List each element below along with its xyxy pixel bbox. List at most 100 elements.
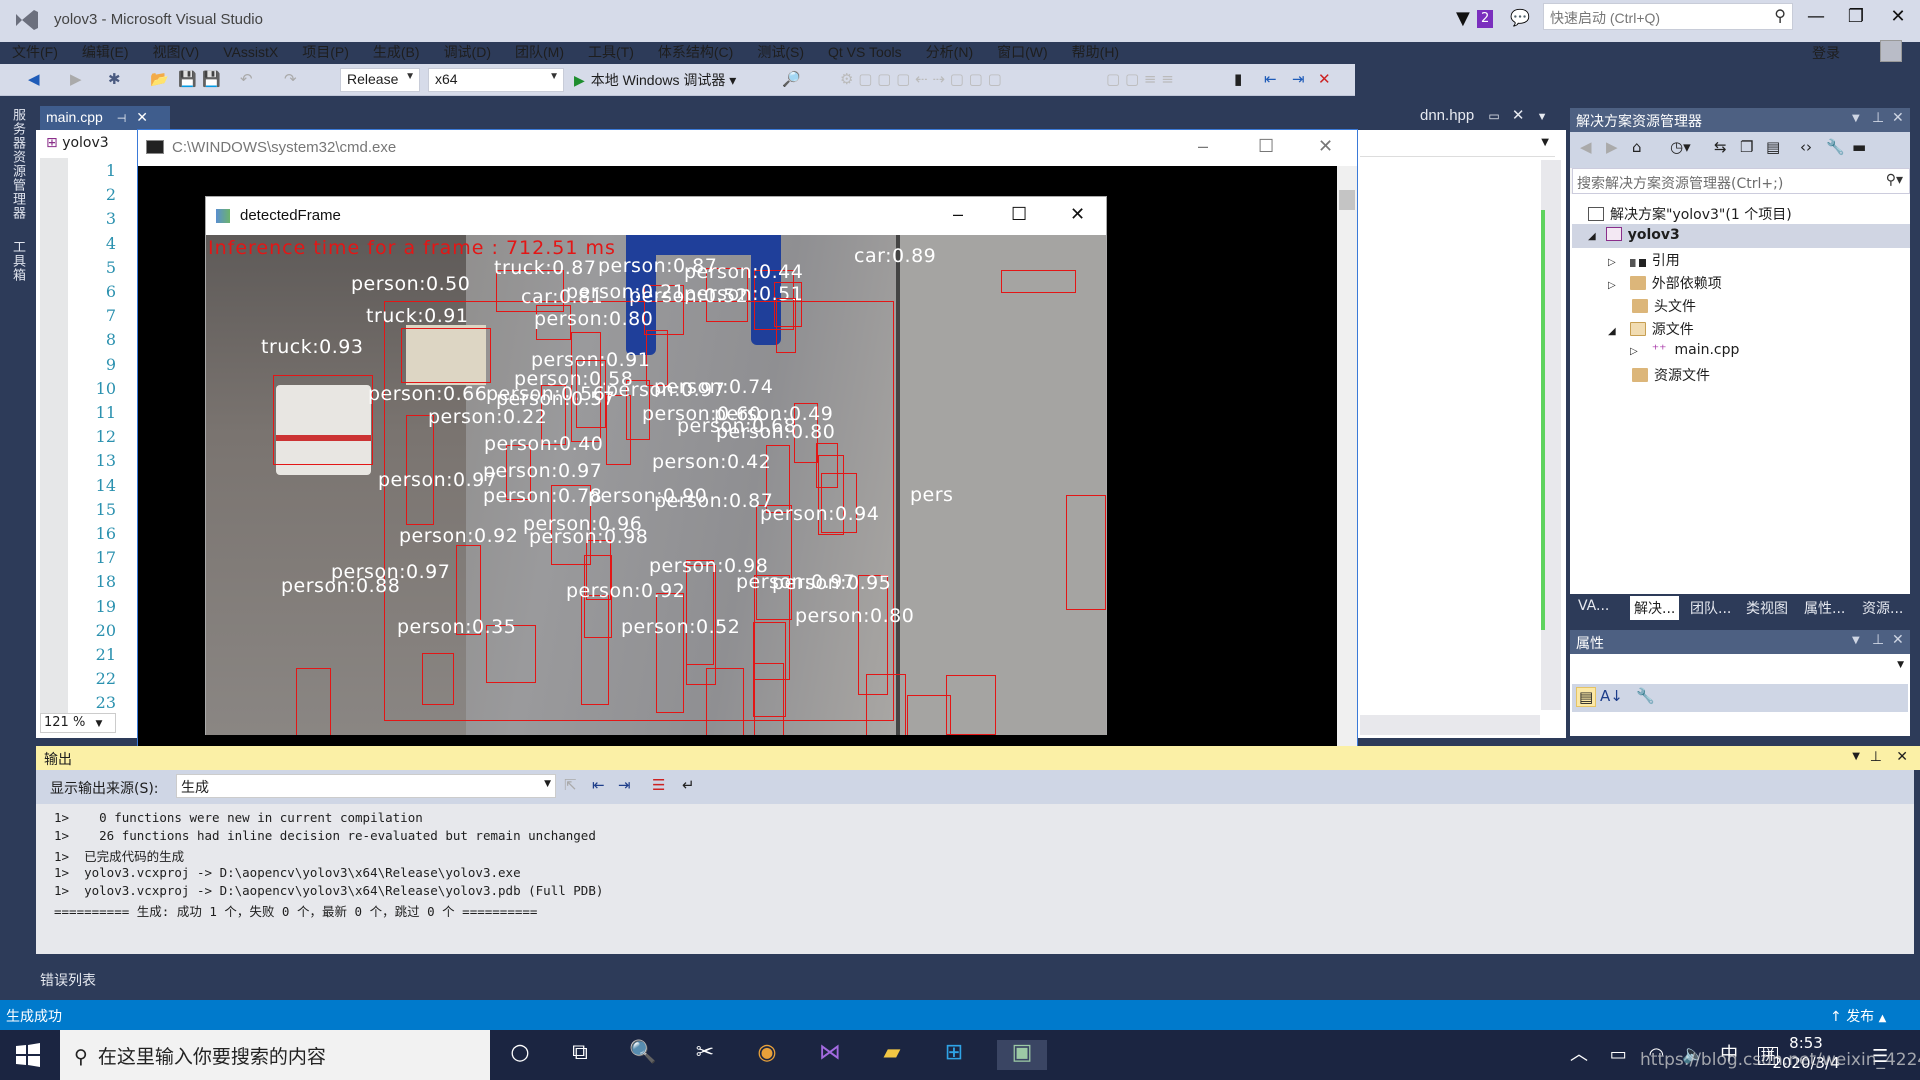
chevron-down-icon[interactable]: ▼	[1897, 660, 1904, 670]
next-message-icon[interactable]: ⇥	[618, 776, 631, 794]
tree-main-cpp[interactable]: ▷ ⁺⁺ main.cpp	[1630, 342, 1739, 358]
toolbox-tab[interactable]: 工具箱	[8, 240, 27, 282]
property-pages-icon[interactable]: 🔧	[1636, 687, 1655, 705]
server-explorer-tab[interactable]: 服务器资源管理器	[8, 108, 27, 220]
chrome-icon[interactable]: ◉	[750, 1040, 784, 1070]
zoom-level-select[interactable]: 121 % ▼	[40, 713, 116, 733]
expanded-arrow-icon[interactable]: ◢	[1588, 231, 1596, 242]
taskbar-search-input[interactable]: ⚲ 在这里输入你要搜索的内容	[60, 1030, 490, 1080]
menu-build[interactable]: 生成(B)	[373, 42, 420, 62]
back-icon[interactable]: ◀	[1580, 138, 1592, 156]
pin-icon[interactable]: ⊥	[1872, 110, 1884, 126]
cmd-minimize-button[interactable]: –	[1198, 136, 1208, 157]
start-debugging-button[interactable]: ▶ 本地 Windows 调试器 ▾	[574, 70, 736, 90]
detected-frame-title-bar[interactable]: detectedFrame – ☐ ✕	[206, 197, 1106, 235]
tree-source-files[interactable]: ◢ 源文件	[1608, 319, 1694, 339]
cmd-close-button[interactable]: ✕	[1318, 136, 1333, 157]
visual-studio-taskbar-icon[interactable]: ⋈	[813, 1040, 847, 1070]
menu-help[interactable]: 帮助(H)	[1072, 42, 1119, 62]
undo-icon[interactable]: ↶	[240, 70, 253, 88]
snipping-tool-icon[interactable]: ✂	[688, 1040, 722, 1070]
home-icon[interactable]: ⌂	[1632, 138, 1642, 156]
menu-analyze[interactable]: 分析(N)	[926, 42, 973, 62]
close-tab-icon[interactable]: ✕	[1512, 107, 1525, 124]
collapsed-arrow-icon[interactable]: ▷	[1608, 280, 1616, 291]
account-avatar[interactable]	[1880, 40, 1902, 62]
windows-store-icon[interactable]: ⊞	[937, 1040, 971, 1070]
bookmark-icon[interactable]: ▮	[1234, 70, 1242, 88]
tree-header-files[interactable]: 头文件	[1632, 296, 1696, 316]
clear-bookmarks-icon[interactable]: ✕	[1318, 70, 1331, 88]
file-explorer-icon[interactable]: ▰	[875, 1040, 909, 1070]
preview-icon[interactable]: ▬	[1852, 138, 1866, 156]
panel-menu-icon[interactable]: ▼	[1852, 113, 1860, 124]
open-file-icon[interactable]: 📂	[150, 70, 169, 88]
find-message-icon[interactable]: ⇱	[564, 776, 577, 794]
tab-team[interactable]: 团队...	[1686, 596, 1735, 620]
alphabetical-icon[interactable]: A↓	[1600, 687, 1623, 705]
error-list-tab[interactable]: 错误列表	[40, 970, 96, 990]
menu-debug[interactable]: 调试(D)	[444, 42, 491, 62]
tab-main-cpp[interactable]: main.cpp ⊣ ✕	[40, 106, 170, 130]
sign-in-link[interactable]: 登录	[1812, 43, 1840, 63]
cmd-title-bar[interactable]: C:\WINDOWS\system32\cmd.exe – ☐ ✕	[138, 130, 1357, 166]
redo-icon[interactable]: ↷	[284, 70, 297, 88]
tab-dnn-hpp[interactable]: dnn.hpp ▭ ✕ ▼	[1420, 106, 1548, 124]
close-tab-icon[interactable]: ✕	[136, 109, 148, 125]
menu-window[interactable]: 窗口(W)	[997, 42, 1048, 62]
notification-badge[interactable]: 2	[1477, 10, 1494, 28]
frame-minimize-button[interactable]: –	[953, 204, 963, 225]
tree-resource-files[interactable]: 资源文件	[1632, 365, 1710, 385]
close-icon[interactable]: ✕	[1896, 749, 1908, 765]
prev-bookmark-icon[interactable]: ⇤	[1264, 70, 1277, 88]
tab-vassistx[interactable]: VA...	[1574, 596, 1613, 616]
menu-view[interactable]: 视图(V)	[153, 42, 200, 62]
close-button[interactable]: ✕	[1878, 6, 1918, 27]
tab-overflow-icon[interactable]: ▼	[1537, 111, 1548, 123]
windows-start-icon[interactable]	[16, 1043, 40, 1067]
output-text-area[interactable]: 1> 0 functions were new in current compi…	[36, 804, 1914, 954]
configuration-select[interactable]: Release ▼	[340, 68, 420, 92]
expanded-arrow-icon[interactable]: ◢	[1608, 326, 1616, 337]
menu-team[interactable]: 团队(M)	[515, 42, 564, 62]
scroll-thumb[interactable]	[1339, 190, 1355, 210]
output-source-select[interactable]: 生成 ▼	[176, 774, 556, 798]
menu-tools[interactable]: 工具(T)	[588, 42, 634, 62]
properties-wrench-icon[interactable]: 🔧	[1826, 138, 1845, 156]
show-hidden-icons[interactable]: ︿	[1570, 1044, 1588, 1065]
back-icon[interactable]: ◀	[28, 70, 40, 88]
view-code-icon[interactable]: ‹›	[1800, 138, 1812, 156]
prev-message-icon[interactable]: ⇤	[592, 776, 605, 794]
feedback-icon[interactable]: 💬	[1510, 8, 1530, 27]
panel-menu-icon[interactable]: ▼	[1852, 635, 1860, 646]
tab-resources[interactable]: 资源...	[1858, 596, 1907, 620]
cmd-scrollbar[interactable]	[1337, 166, 1357, 766]
clear-all-icon[interactable]: ☰	[652, 776, 665, 794]
show-all-files-icon[interactable]: ▤	[1766, 138, 1780, 156]
pin-icon[interactable]: ⊣	[117, 113, 127, 125]
tab-solution-explorer[interactable]: 解决...	[1630, 596, 1680, 620]
menu-edit[interactable]: 编辑(E)	[82, 42, 129, 62]
tree-solution[interactable]: 解决方案"yolov3"(1 个项目)	[1588, 204, 1792, 224]
sync-icon[interactable]: ⇆	[1714, 138, 1727, 156]
quick-launch-input[interactable]: 快速启动 (Ctrl+Q) ⚲	[1543, 3, 1793, 30]
cortana-icon[interactable]: ○	[503, 1040, 537, 1070]
collapse-all-icon[interactable]: ❐	[1740, 138, 1753, 156]
tree-references[interactable]: ▷ 引用	[1608, 250, 1680, 270]
menu-qt-vs-tools[interactable]: Qt VS Tools	[828, 44, 902, 60]
menu-test[interactable]: 测试(S)	[757, 42, 804, 62]
categorized-icon[interactable]: ▤	[1576, 687, 1597, 707]
pin-icon[interactable]: ⊥	[1870, 749, 1882, 765]
word-wrap-icon[interactable]: ↵	[682, 776, 695, 794]
tree-project[interactable]: ◢ yolov3	[1588, 227, 1680, 243]
restore-button[interactable]: ❐	[1836, 6, 1876, 27]
member-navigation[interactable]: ▼	[1360, 133, 1555, 157]
collapsed-arrow-icon[interactable]: ▷	[1630, 346, 1638, 357]
task-view-icon[interactable]: ⧉	[563, 1040, 597, 1070]
pending-changes-icon[interactable]: ◷▾	[1670, 138, 1691, 156]
forward-icon[interactable]: ▶	[70, 70, 82, 88]
platform-select[interactable]: x64 ▼	[428, 68, 564, 92]
minimize-button[interactable]: —	[1796, 6, 1836, 27]
output-scrollbar[interactable]	[1890, 804, 1914, 954]
pin-icon[interactable]: ⊥	[1872, 632, 1884, 648]
